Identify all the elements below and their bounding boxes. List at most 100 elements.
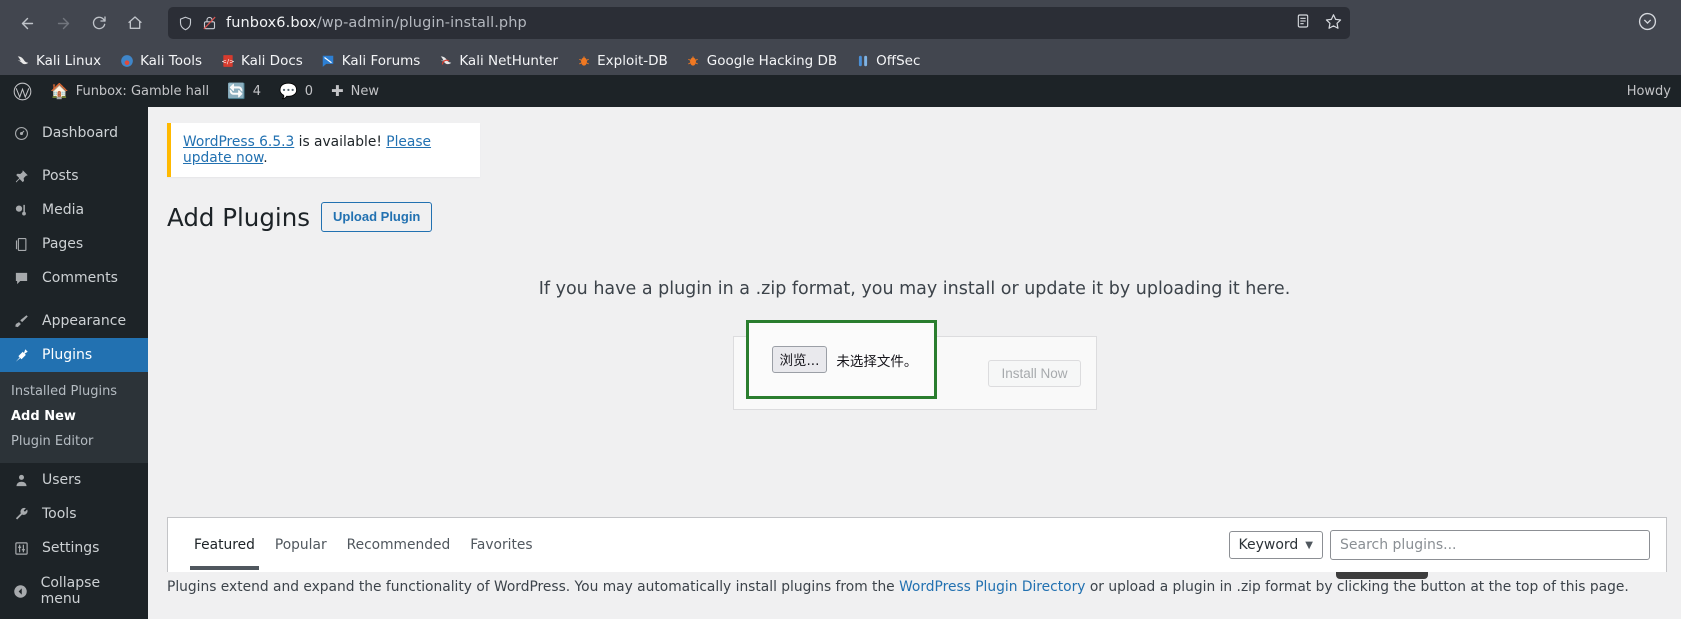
pages-icon xyxy=(11,237,31,252)
upload-plugin-button[interactable]: Upload Plugin xyxy=(320,202,433,233)
sidebar-subitem-installed-plugins[interactable]: Installed Plugins xyxy=(0,379,148,404)
search-type-value: Keyword xyxy=(1238,537,1299,553)
updates-count: 4 xyxy=(252,83,262,99)
tab-favorites[interactable]: Favorites xyxy=(460,521,542,570)
urlbar-actions xyxy=(1295,13,1342,34)
sidebar-item-pages[interactable]: Pages xyxy=(0,227,148,261)
bookmark-kali-nethunter[interactable]: Kali NetHunter xyxy=(429,51,567,71)
site-name-label: Funbox: Gamble hall xyxy=(75,83,210,99)
offsec-icon xyxy=(855,53,870,68)
wordpress-version-link[interactable]: WordPress 6.5.3 xyxy=(183,134,294,150)
sidebar-item-media[interactable]: Media xyxy=(0,193,148,227)
url-path: /wp-admin/plugin-install.php xyxy=(316,15,527,31)
settings-sliders-icon xyxy=(11,541,31,556)
admin-bar-comments[interactable]: 💬 0 xyxy=(270,75,322,107)
url-bar[interactable]: funbox6.box/wp-admin/plugin-install.php xyxy=(168,7,1350,39)
plugins-submenu: Installed Plugins Add New Plugin Editor xyxy=(0,372,148,463)
admin-sidebar: Dashboard Posts Media Pages Comments App… xyxy=(0,107,148,619)
comments-count: 0 xyxy=(304,83,314,99)
bookmark-label: Kali Docs xyxy=(241,52,303,69)
admin-bar-updates[interactable]: 🔄 4 xyxy=(218,75,270,107)
update-notice: WordPress 6.5.3 is available! Please upd… xyxy=(167,123,480,177)
browser-navigation-bar: funbox6.box/wp-admin/plugin-install.php xyxy=(0,0,1681,46)
tools-wrench-icon xyxy=(11,507,31,522)
bookmark-label: Exploit-DB xyxy=(597,52,668,69)
collapse-arrow-icon xyxy=(11,584,30,599)
kali-tools-icon xyxy=(119,53,134,68)
bookmark-kali-forums[interactable]: Kali Forums xyxy=(312,51,430,71)
shield-icon xyxy=(178,16,193,31)
pocket-icon[interactable] xyxy=(1638,12,1657,35)
sidebar-item-collapse-menu[interactable]: Collapse menu xyxy=(0,574,148,608)
lock-crossed-icon[interactable] xyxy=(202,15,217,31)
search-type-select[interactable]: Keyword ▼ xyxy=(1228,531,1323,559)
pin-icon xyxy=(11,169,31,184)
admin-bar-account-area[interactable]: Howdy xyxy=(1627,84,1677,99)
admin-bar-site-name[interactable]: 🏠 Funbox: Gamble hall xyxy=(41,75,218,107)
sidebar-subitem-plugin-editor[interactable]: Plugin Editor xyxy=(0,429,148,454)
users-icon xyxy=(11,473,31,488)
sidebar-item-label: Posts xyxy=(42,168,79,184)
sidebar-item-dashboard[interactable]: Dashboard xyxy=(0,116,148,150)
sidebar-item-comments[interactable]: Comments xyxy=(0,261,148,295)
sidebar-item-label: Comments xyxy=(42,270,118,286)
sidebar-item-label: Users xyxy=(42,472,82,488)
tab-popular[interactable]: Popular xyxy=(265,521,337,570)
plugin-search-area: Keyword ▼ xyxy=(1228,530,1650,560)
bookmark-google-hacking-db[interactable]: Google Hacking DB xyxy=(677,51,846,71)
wp-admin-body: Dashboard Posts Media Pages Comments App… xyxy=(0,107,1681,619)
sidebar-item-label: Collapse menu xyxy=(40,575,101,607)
sidebar-item-label: Appearance xyxy=(42,313,127,329)
file-input-highlight-zone[interactable]: 浏览... 未选择文件。 xyxy=(745,320,937,400)
search-plugins-input[interactable] xyxy=(1330,530,1650,560)
plugins-description-footer: Plugins extend and expand the functional… xyxy=(167,579,1629,595)
reload-icon[interactable] xyxy=(82,7,116,39)
sidebar-item-settings[interactable]: Settings xyxy=(0,531,148,565)
tab-featured[interactable]: Featured xyxy=(184,521,265,570)
bookmark-exploit-db[interactable]: Exploit-DB xyxy=(567,51,677,71)
bookmark-kali-tools[interactable]: Kali Tools xyxy=(110,51,211,71)
sidebar-item-plugins[interactable]: Plugins xyxy=(0,338,148,372)
sidebar-subitem-add-new[interactable]: Add New xyxy=(0,404,148,429)
sidebar-item-label: Media xyxy=(42,202,85,218)
page-title: Add Plugins xyxy=(167,202,310,232)
sidebar-item-appearance[interactable]: Appearance xyxy=(0,304,148,338)
back-arrow-icon[interactable] xyxy=(10,7,44,39)
bookmarks-bar: Kali Linux Kali Tools </> Kali Docs Kali… xyxy=(0,46,1681,75)
upload-section: If you have a plugin in a .zip format, y… xyxy=(148,279,1681,411)
sidebar-item-label: Tools xyxy=(42,506,77,522)
notice-end-text: . xyxy=(263,150,268,166)
sidebar-item-tools[interactable]: Tools xyxy=(0,497,148,531)
bookmark-kali-linux[interactable]: Kali Linux xyxy=(6,51,110,71)
wordpress-plugin-directory-link[interactable]: WordPress Plugin Directory xyxy=(899,579,1085,595)
install-now-button[interactable]: Install Now xyxy=(988,359,1081,387)
plugin-browse-tabs: Featured Popular Recommended Favorites K… xyxy=(167,517,1667,572)
svg-text:</>: </> xyxy=(221,57,234,65)
home-icon[interactable] xyxy=(118,7,152,39)
bookmark-label: Kali NetHunter xyxy=(459,52,559,69)
browse-file-button[interactable]: 浏览... xyxy=(771,346,828,374)
tab-recommended[interactable]: Recommended xyxy=(337,521,461,570)
admin-bar-wordpress-logo[interactable] xyxy=(4,75,41,107)
sidebar-item-users[interactable]: Users xyxy=(0,463,148,497)
forward-arrow-icon[interactable] xyxy=(46,7,80,39)
browser-extension-area xyxy=(1638,12,1671,35)
bookmark-offsec[interactable]: OffSec xyxy=(846,51,929,71)
footer-pre-text: Plugins extend and expand the functional… xyxy=(167,579,900,595)
dashboard-icon xyxy=(11,126,31,141)
plus-icon: ✚ xyxy=(331,81,344,100)
sidebar-item-label: Settings xyxy=(42,540,100,556)
bookmark-label: Google Hacking DB xyxy=(706,52,838,69)
admin-bar-new-content[interactable]: ✚ New xyxy=(322,75,388,107)
bookmark-kali-docs[interactable]: </> Kali Docs xyxy=(211,51,312,71)
reader-view-icon[interactable] xyxy=(1295,13,1311,33)
sidebar-item-posts[interactable]: Posts xyxy=(0,159,148,193)
bookmark-label: Kali Linux xyxy=(36,52,102,69)
notice-middle-text: is available! xyxy=(294,134,387,150)
exploit-db-icon xyxy=(576,53,591,68)
bookmark-label: OffSec xyxy=(876,52,921,69)
bookmark-star-icon[interactable] xyxy=(1325,13,1342,34)
no-file-selected-label: 未选择文件。 xyxy=(836,353,918,370)
url-domain: funbox6.box xyxy=(226,15,317,31)
url-text: funbox6.box/wp-admin/plugin-install.php xyxy=(226,15,527,31)
